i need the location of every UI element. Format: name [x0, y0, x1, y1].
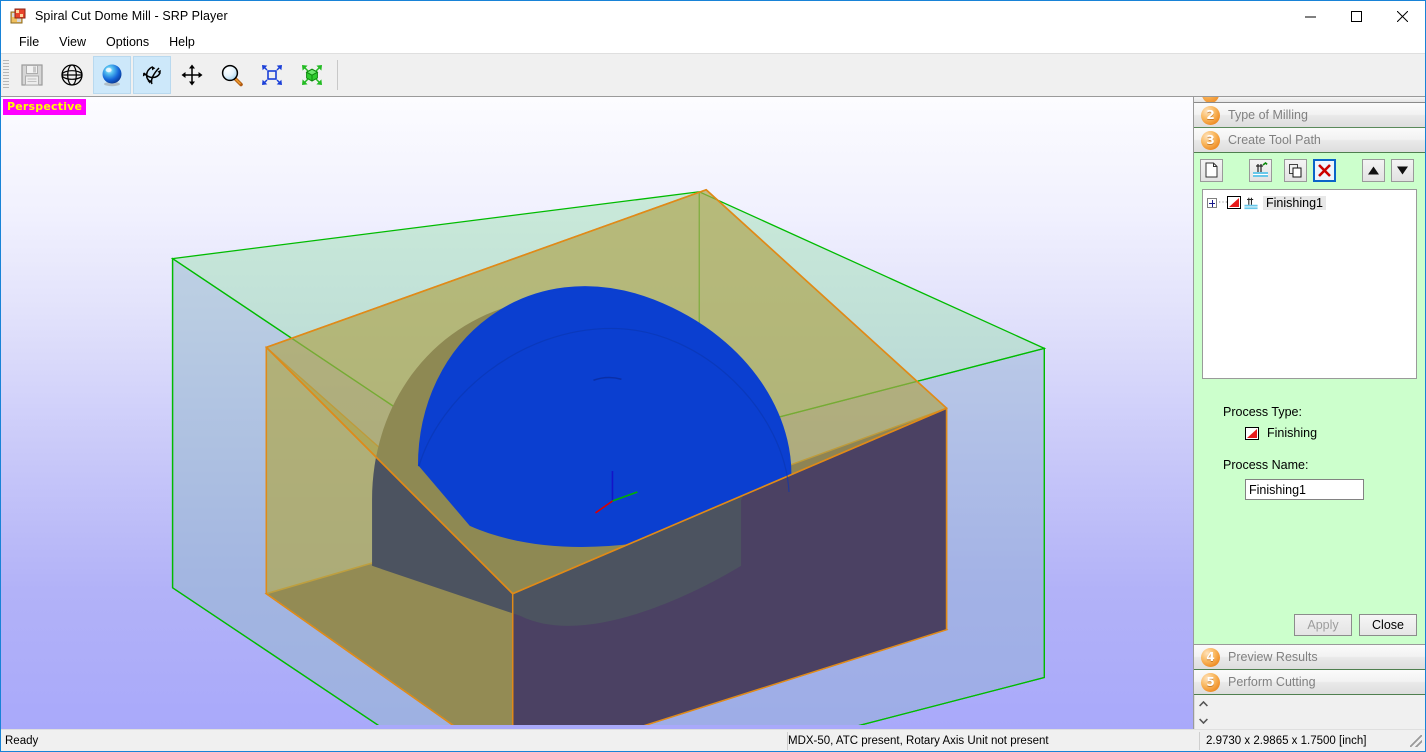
- shaded-sphere-icon[interactable]: [93, 56, 131, 94]
- wireframe-globe-icon[interactable]: [53, 56, 91, 94]
- apply-button[interactable]: Apply: [1294, 614, 1352, 636]
- minimize-button[interactable]: [1287, 1, 1333, 31]
- close-button[interactable]: [1379, 1, 1425, 31]
- step-number-badge: 4: [1201, 647, 1220, 667]
- menu-view[interactable]: View: [49, 33, 96, 52]
- zoom-to-object-icon[interactable]: [293, 56, 331, 94]
- delete-process-icon[interactable]: [1313, 158, 1336, 182]
- wizard-scroll-area: 2 Type of Milling 3 Create Tool Path ⋯ F…: [1194, 97, 1425, 695]
- dialog-buttons: Apply Close: [1194, 614, 1425, 644]
- edit-process-icon[interactable]: [1249, 158, 1272, 182]
- menu-help[interactable]: Help: [159, 33, 205, 52]
- toolbar-separator: [337, 60, 338, 90]
- tree-item-label: Finishing1: [1263, 195, 1326, 210]
- window-title: Spiral Cut Dome Mill - SRP Player: [35, 9, 228, 23]
- window-controls: [1287, 1, 1425, 31]
- scroll-down-icon[interactable]: [1195, 712, 1211, 729]
- status-machine: MDX-50, ATC present, Rotary Axis Unit no…: [787, 731, 1199, 750]
- save-icon[interactable]: [13, 56, 51, 94]
- fit-to-window-icon[interactable]: [253, 56, 291, 94]
- copy-process-icon[interactable]: [1284, 158, 1307, 182]
- title-bar: Spiral Cut Dome Mill - SRP Player: [1, 1, 1425, 31]
- main-toolbar: [1, 53, 1425, 97]
- wizard-step-create-tool-path[interactable]: 3 Create Tool Path: [1194, 128, 1425, 153]
- step-title: Create Tool Path: [1228, 133, 1321, 147]
- wizard-step-perform-cutting[interactable]: 5 Perform Cutting: [1194, 670, 1425, 695]
- projection-label: Perspective: [3, 99, 87, 115]
- main-window: Spiral Cut Dome Mill - SRP Player File V…: [0, 0, 1426, 752]
- process-toolbar: [1194, 153, 1425, 183]
- rotate-view-icon[interactable]: [133, 56, 171, 94]
- toolbar-grip[interactable]: [3, 60, 9, 90]
- new-process-icon[interactable]: [1200, 158, 1223, 182]
- tree-connector: ⋯: [1218, 196, 1228, 208]
- move-down-icon[interactable]: [1391, 158, 1414, 182]
- tool-path-icon: [1244, 197, 1258, 209]
- step-number-badge: 5: [1201, 672, 1220, 692]
- finishing-process-icon: [1227, 196, 1241, 209]
- status-message: Ready: [5, 734, 39, 747]
- viewport-3d[interactable]: Perspective: [1, 97, 1194, 729]
- process-name-label: Process Name:: [1223, 458, 1309, 472]
- step-title: Type of Milling: [1228, 108, 1308, 122]
- wizard-panel: 2 Type of Milling 3 Create Tool Path ⋯ F…: [1194, 97, 1425, 729]
- process-settings: Process Type: Finishing Process Name:: [1194, 379, 1425, 614]
- step-number-badge: 3: [1201, 130, 1220, 150]
- step-title: Preview Results: [1228, 650, 1318, 664]
- expand-icon[interactable]: [1207, 197, 1217, 208]
- tree-item[interactable]: ⋯ Finishing1: [1207, 194, 1414, 211]
- status-dimensions: 2.9730 x 2.9865 x 1.7500 [inch]: [1199, 731, 1410, 750]
- resize-grip[interactable]: [1410, 734, 1422, 747]
- create-tool-path-pane: ⋯ Finishing1 Process Type: Finishing Pro…: [1194, 153, 1425, 645]
- step-number-badge: 2: [1201, 105, 1220, 125]
- wizard-step-preview-results[interactable]: 4 Preview Results: [1194, 645, 1425, 670]
- scene-3d-model: [170, 188, 1047, 726]
- move-up-icon[interactable]: [1362, 158, 1385, 182]
- scroll-up-icon[interactable]: [1195, 695, 1211, 712]
- wizard-step-type-of-milling[interactable]: 2 Type of Milling: [1194, 103, 1425, 128]
- status-bar: Ready MDX-50, ATC present, Rotary Axis U…: [1, 729, 1425, 751]
- process-type-value: Finishing: [1267, 426, 1318, 440]
- maximize-button[interactable]: [1333, 1, 1379, 31]
- pan-view-icon[interactable]: [173, 56, 211, 94]
- menu-bar: File View Options Help: [1, 31, 1425, 53]
- close-button-wizard[interactable]: Close: [1359, 614, 1417, 636]
- finishing-process-icon: [1245, 426, 1259, 440]
- srp-player-icon: [10, 8, 27, 25]
- process-tree[interactable]: ⋯ Finishing1: [1202, 189, 1417, 379]
- menu-file[interactable]: File: [9, 33, 49, 52]
- process-type-label: Process Type:: [1223, 405, 1302, 419]
- process-name-input[interactable]: [1245, 479, 1364, 500]
- wizard-scrollbar[interactable]: [1194, 695, 1211, 729]
- step-title: Perform Cutting: [1228, 675, 1316, 689]
- zoom-magnifier-icon[interactable]: [213, 56, 251, 94]
- body-split: Perspective 2 Type of Milling 3 Create T…: [1, 97, 1425, 729]
- process-type-value-row: Finishing: [1245, 426, 1425, 440]
- menu-options[interactable]: Options: [96, 33, 159, 52]
